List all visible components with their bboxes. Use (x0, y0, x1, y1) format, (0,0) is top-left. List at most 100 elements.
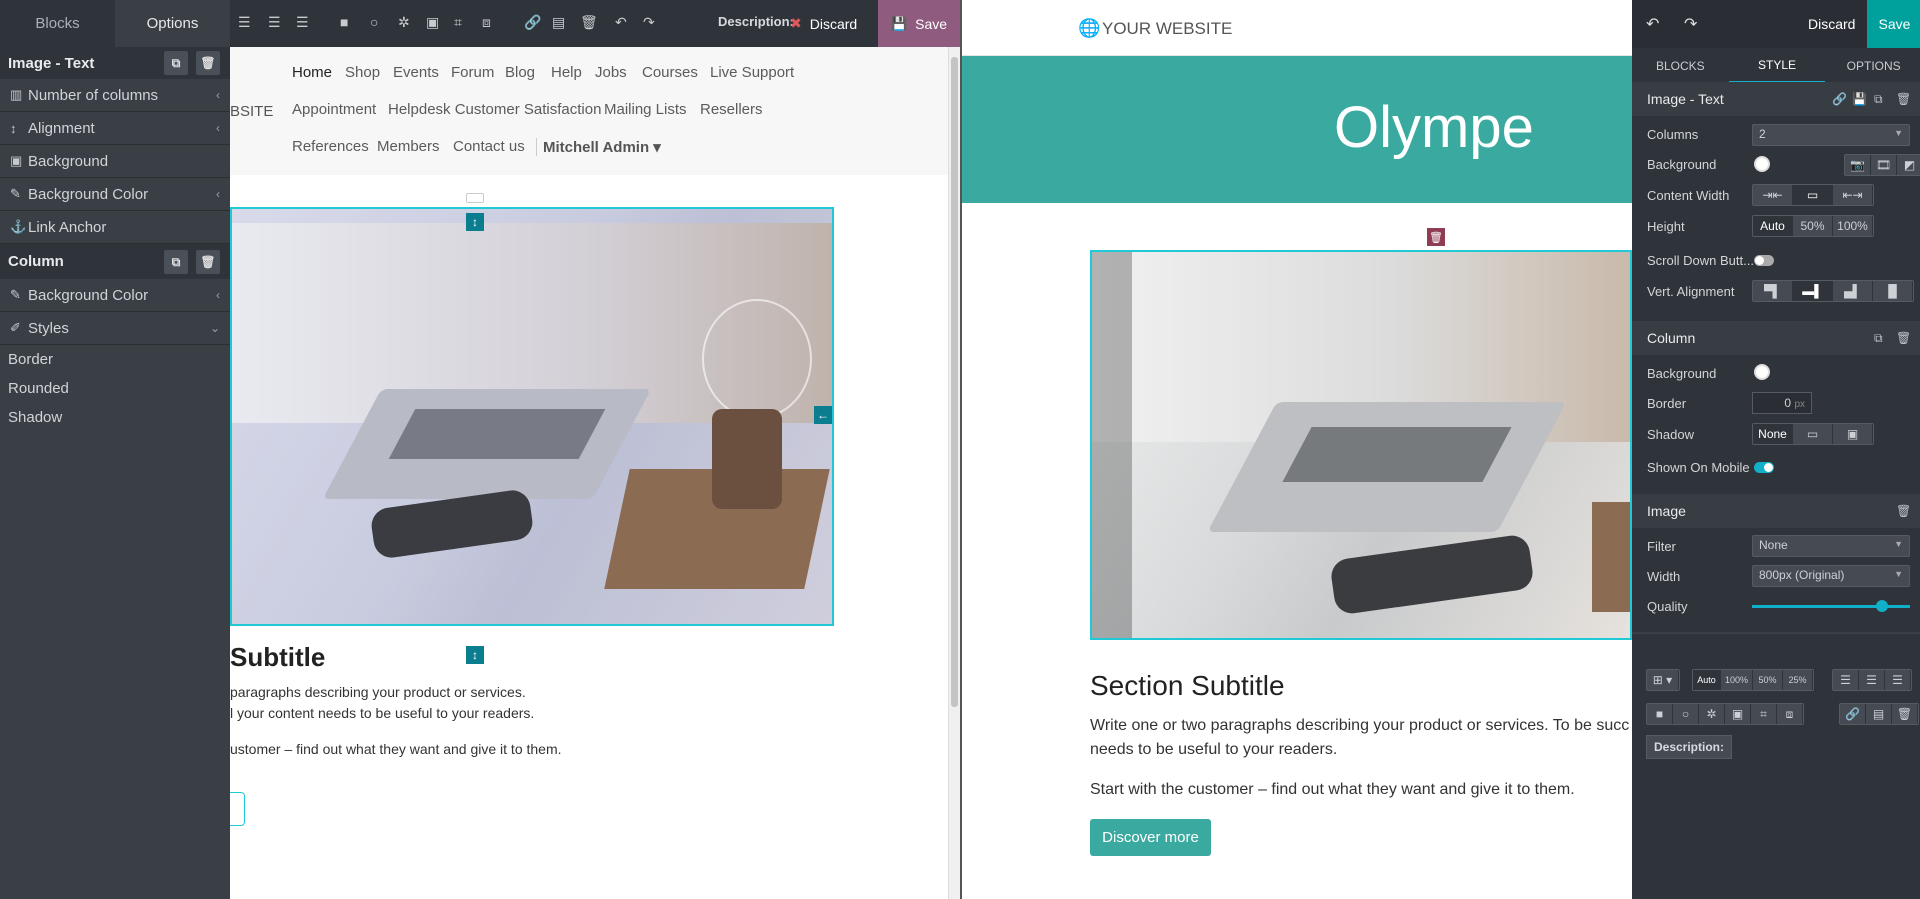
align-left-icon[interactable]: ☰ (1833, 670, 1859, 690)
description-label[interactable]: Description: (718, 14, 794, 29)
nav-blog[interactable]: Blog (505, 64, 535, 81)
style-rounded[interactable]: Rounded (0, 374, 230, 403)
grid-dropdown[interactable]: ⊞ ▾ (1646, 669, 1680, 691)
option-background[interactable]: ▣ Background (0, 145, 230, 178)
size-50-option[interactable]: 50% (1753, 670, 1783, 690)
trash-icon[interactable]: 🗑 (1896, 331, 1911, 345)
option-background-color[interactable]: ✎ Background Color ‹ (0, 178, 230, 211)
align-middle-icon[interactable]: ▬▌ (1793, 281, 1833, 301)
tab-blocks[interactable]: BLOCKS (1632, 48, 1729, 83)
nav-members[interactable]: Members (377, 138, 440, 155)
badge-shape-icon[interactable]: ✲ (1699, 704, 1725, 724)
shape-icon[interactable]: ◩ (1897, 155, 1920, 175)
style-shadow[interactable]: Shadow (0, 403, 230, 432)
badge-shape-icon[interactable]: ✲ (398, 14, 410, 31)
color-picker-swatch[interactable] (1754, 364, 1770, 380)
shadow-none-option[interactable]: None (1753, 424, 1793, 444)
crop-icon[interactable]: ⌗ (1751, 704, 1777, 724)
nav-shop[interactable]: Shop (345, 64, 380, 81)
align-center-icon[interactable]: ☰ (1859, 670, 1885, 690)
user-menu[interactable]: Mitchell Admin ▾ (536, 138, 661, 156)
resize-vertical-icon[interactable]: ↕ (466, 646, 484, 664)
tab-options[interactable]: OPTIONS (1825, 48, 1920, 83)
align-stretch-icon[interactable]: ▐▌ (1873, 281, 1913, 301)
align-left-icon[interactable]: ☰ (238, 14, 251, 31)
save-button[interactable]: Save (1867, 0, 1920, 48)
trash-icon[interactable]: 🗑 (1896, 92, 1911, 106)
clone-icon[interactable]: ⧉ (1874, 92, 1883, 107)
link-icon[interactable]: 🔗 (524, 14, 541, 31)
trash-icon[interactable]: 🗑 (196, 51, 220, 75)
redo-icon[interactable]: ↷ (643, 14, 655, 31)
align-right-icon[interactable]: ☰ (1885, 670, 1911, 690)
nav-events[interactable]: Events (393, 64, 439, 81)
nav-help[interactable]: Help (551, 64, 582, 81)
size-100-option[interactable]: 100% (1721, 670, 1753, 690)
trash-icon[interactable]: 🗑 (580, 14, 598, 31)
nav-helpdesk[interactable]: Helpdesk Customer Satisfaction (388, 101, 601, 118)
option-styles[interactable]: ✐ Styles ⌄ (0, 312, 230, 345)
nav-resellers[interactable]: Resellers (700, 101, 763, 118)
option-column-background-color[interactable]: ✎ Background Color ‹ (0, 279, 230, 312)
shadow-inset-icon[interactable]: ▣ (1833, 424, 1873, 444)
square-shape-icon[interactable]: ■ (1647, 704, 1673, 724)
section-image[interactable] (1090, 250, 1632, 640)
undo-icon[interactable]: ↶ (615, 14, 627, 31)
clone-icon[interactable]: ⧉ (164, 51, 188, 75)
scrollbar[interactable] (948, 47, 960, 899)
nav-home[interactable]: Home (292, 64, 332, 81)
width-full-icon[interactable]: ⇤⇥ (1833, 185, 1873, 205)
nav-contact-us[interactable]: Contact us (453, 138, 525, 155)
transform-icon[interactable]: ⧈ (1777, 704, 1803, 724)
option-alignment[interactable]: ↕ Alignment ‹ (0, 112, 230, 145)
nav-jobs[interactable]: Jobs (595, 64, 627, 81)
discard-button[interactable]: ✖ Discard (790, 0, 857, 47)
scrollbar-thumb[interactable] (951, 57, 958, 707)
nav-appointment[interactable]: Appointment (292, 101, 376, 118)
quality-slider-thumb[interactable] (1875, 600, 1888, 612)
discover-more-button[interactable]: Discover more (1090, 819, 1211, 856)
width-small-icon[interactable]: ⇥⇤ (1753, 185, 1793, 205)
file-image-icon[interactable]: ▤ (552, 14, 565, 31)
tab-blocks[interactable]: Blocks (0, 0, 115, 47)
undo-icon[interactable]: ↶ (1646, 14, 1659, 34)
border-input[interactable]: 0 px (1752, 392, 1812, 414)
width-regular-icon[interactable]: ▭ (1793, 185, 1833, 205)
nav-references[interactable]: References (292, 138, 369, 155)
align-center-icon[interactable]: ☰ (268, 14, 281, 31)
description-button[interactable]: Description: (1646, 735, 1732, 759)
save-button[interactable]: 💾 Save (878, 0, 960, 47)
link-icon[interactable]: 🔗 (1840, 704, 1866, 724)
columns-select[interactable]: 2 ▼ (1752, 124, 1910, 146)
circle-shape-icon[interactable]: ○ (1673, 704, 1699, 724)
file-image-icon[interactable]: ▤ (1866, 704, 1892, 724)
shown-mobile-toggle[interactable] (1754, 462, 1774, 473)
size-25-option[interactable]: 25% (1783, 670, 1813, 690)
option-link-anchor[interactable]: ⚓ Link Anchor (0, 211, 230, 244)
discard-button[interactable]: Discard (1808, 16, 1855, 32)
align-top-icon[interactable]: ▀▌ (1753, 281, 1793, 301)
trash-icon[interactable]: 🗑 (196, 250, 220, 274)
width-select[interactable]: 800px (Original) ▼ (1752, 565, 1910, 587)
circle-shape-icon[interactable]: ○ (370, 14, 378, 30)
image-icon[interactable]: ▣ (426, 14, 439, 31)
redo-icon[interactable]: ↷ (1684, 14, 1697, 34)
crop-icon[interactable]: ⌗ (454, 14, 462, 31)
scroll-down-toggle[interactable] (1754, 255, 1774, 266)
camera-icon[interactable]: 📷 (1845, 155, 1871, 175)
trash-icon[interactable]: 🗑 (1896, 504, 1911, 518)
tab-style[interactable]: STYLE (1728, 48, 1826, 83)
height-100-option[interactable]: 100% (1833, 216, 1873, 236)
color-picker-swatch[interactable] (1754, 156, 1770, 172)
nav-live-support[interactable]: Live Support (710, 64, 794, 81)
floppy-icon[interactable]: 💾 (1852, 92, 1867, 106)
nav-mailing-lists[interactable]: Mailing Lists (604, 101, 687, 118)
nav-forum[interactable]: Forum (451, 64, 494, 81)
transform-icon[interactable]: ⧈ (482, 14, 491, 31)
align-bottom-icon[interactable]: ▄▌ (1833, 281, 1873, 301)
style-border[interactable]: Border (0, 345, 230, 374)
height-auto-option[interactable]: Auto (1753, 216, 1793, 236)
option-number-of-columns[interactable]: ▥ Number of columns ‹ (0, 79, 230, 112)
resize-horizontal-icon[interactable]: ← (814, 406, 832, 424)
trash-icon[interactable]: 🗑 (1426, 227, 1446, 247)
